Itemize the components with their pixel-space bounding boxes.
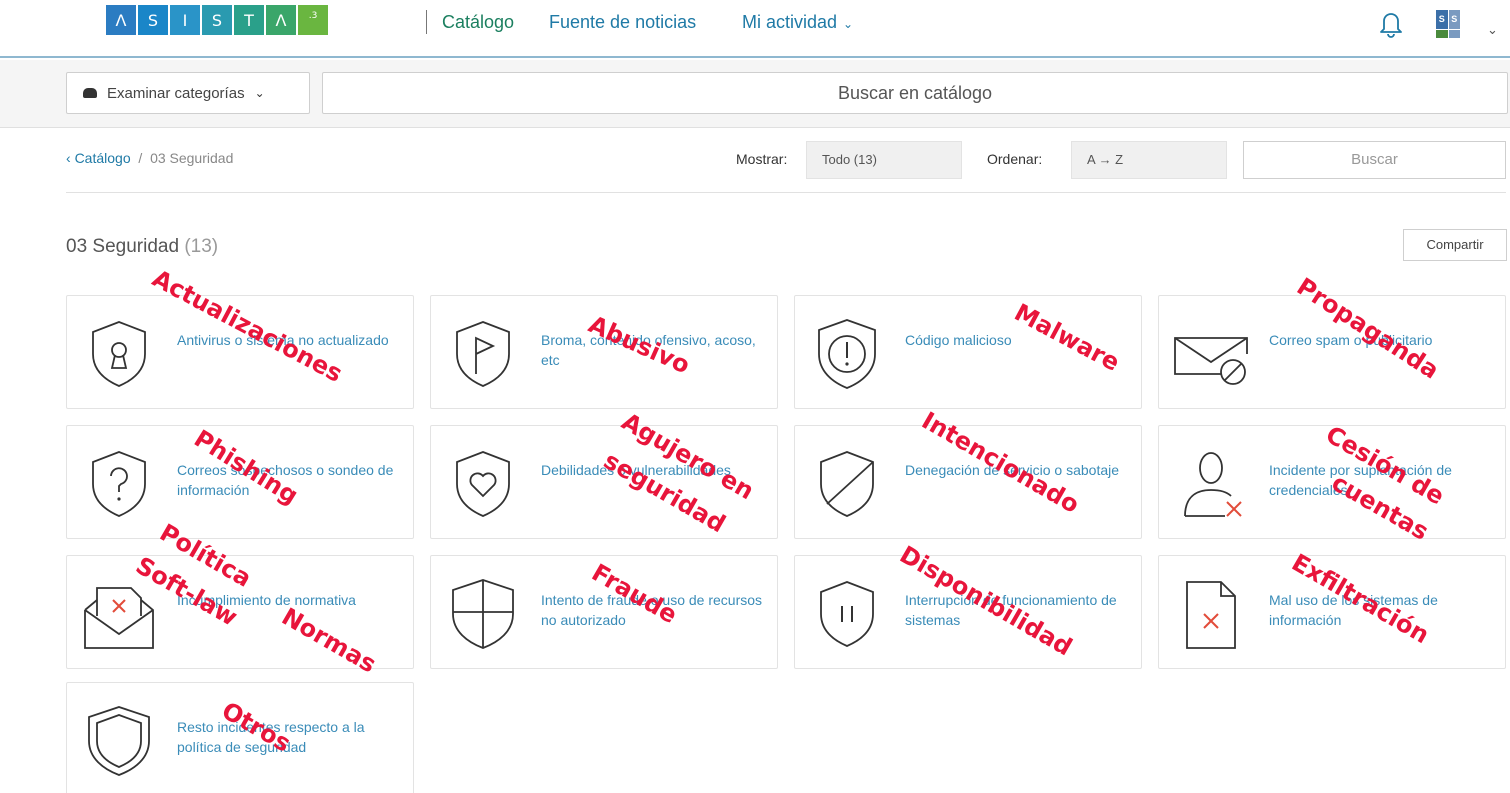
user-menu-chevron-icon[interactable]: ⌄	[1487, 22, 1498, 38]
chevron-down-icon: ⌄	[843, 17, 854, 31]
catalog-card[interactable]: Correos sospechosos o sondeo de informac…	[66, 425, 414, 539]
catalog-card[interactable]: Interrupción de funcionamiento de sistem…	[794, 555, 1142, 669]
nav-catalog[interactable]: Catálogo	[442, 12, 514, 33]
catalog-card[interactable]: Resto incidentes respecto a la política …	[66, 682, 414, 793]
user-x-icon	[1184, 452, 1242, 517]
page-title-text: 03 Seguridad	[66, 236, 180, 257]
logo-letter: S	[202, 5, 232, 35]
shield-cross-icon	[452, 579, 514, 649]
search-band: Examinar categorías ⌄ Buscar en catálogo	[0, 60, 1510, 128]
catalog-card[interactable]: Broma, contenido ofensivo, acoso, etc	[430, 295, 778, 409]
shield-exclamation-icon	[818, 319, 876, 389]
envelope-blocked-icon	[1174, 337, 1248, 385]
page-title: 03 Seguridad (13)	[66, 236, 218, 258]
browse-categories-label: Examinar categorías	[107, 84, 245, 102]
logo-version: .3	[298, 5, 328, 35]
nav-my-activity[interactable]: Mi actividad ⌄	[742, 12, 853, 33]
order-select[interactable]: A → Z	[1071, 141, 1227, 179]
logo-letter: I	[170, 5, 200, 35]
share-button[interactable]: Compartir	[1403, 229, 1507, 261]
document-x-icon	[1186, 581, 1236, 649]
shield-heart-icon	[456, 451, 510, 517]
breadcrumb-current: 03 Seguridad	[150, 150, 234, 166]
logo-letter: S	[138, 5, 168, 35]
avatar-letter: S	[1448, 10, 1460, 29]
shield-slash-icon	[820, 451, 874, 517]
shield-keyhole-icon	[92, 321, 146, 387]
show-select[interactable]: Todo (13)	[806, 141, 962, 179]
avatar[interactable]: S S	[1436, 10, 1460, 38]
breadcrumb: ‹ Catálogo / 03 Seguridad	[66, 150, 233, 166]
nav-divider	[426, 10, 427, 34]
order-label: Ordenar:	[987, 151, 1043, 167]
envelope-x-icon	[84, 587, 154, 649]
bell-icon[interactable]	[1376, 8, 1406, 38]
breadcrumb-back-link[interactable]: ‹ Catálogo	[66, 150, 131, 166]
page-title-count: (13)	[184, 236, 219, 257]
catalog-search-input[interactable]: Buscar en catálogo	[322, 72, 1508, 114]
avatar-letter: S	[1436, 10, 1448, 29]
browse-categories-button[interactable]: Examinar categorías ⌄	[66, 72, 310, 114]
chevron-down-icon: ⌄	[254, 86, 265, 100]
logo-letter: Λ	[106, 5, 136, 35]
logo-letter: T	[234, 5, 264, 35]
breadcrumb-separator: /	[138, 150, 143, 166]
box-icon	[83, 88, 97, 98]
shield-question-icon	[92, 451, 146, 517]
divider	[66, 192, 1506, 193]
avatar-tile	[1448, 29, 1460, 38]
asista-logo[interactable]: Λ S I S T Λ .3	[106, 5, 330, 35]
nav-my-activity-label: Mi actividad	[742, 12, 838, 32]
breadcrumb-back-label: Catálogo	[74, 150, 131, 166]
show-label: Mostrar:	[736, 151, 788, 167]
top-bar: Λ S I S T Λ .3 Catálogo Fuente de notici…	[0, 0, 1510, 58]
shield-outline-icon	[88, 706, 150, 776]
shield-flag-icon	[456, 321, 510, 387]
avatar-tile	[1436, 29, 1448, 38]
nav-news-feed[interactable]: Fuente de noticias	[549, 12, 696, 33]
logo-letter: Λ	[266, 5, 296, 35]
shield-pause-icon	[820, 581, 874, 647]
filter-search-input[interactable]: Buscar	[1243, 141, 1506, 179]
